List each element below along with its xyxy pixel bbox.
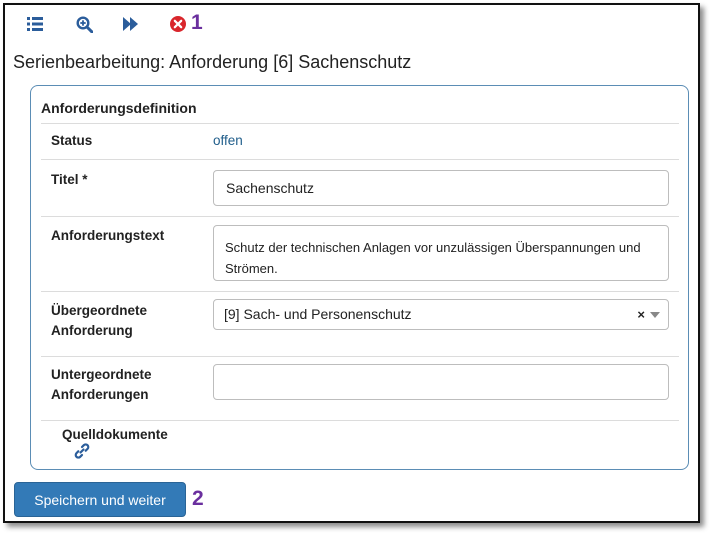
row-divider — [41, 356, 679, 357]
requirement-text-label: Anforderungstext — [51, 228, 165, 243]
row-divider — [41, 159, 679, 160]
parent-requirement-label: Übergeordnete Anforderung — [51, 301, 147, 341]
title-input[interactable] — [213, 170, 669, 206]
child-requirements-label: Untergeordnete Anforderungen — [51, 365, 152, 405]
chevron-down-icon[interactable] — [650, 312, 660, 318]
status-label: Status — [51, 133, 93, 148]
child-requirements-input[interactable] — [213, 364, 669, 400]
title-label: Titel * — [51, 172, 88, 187]
close-circle-icon[interactable] — [167, 13, 189, 35]
toolbar: 1 — [5, 5, 698, 41]
requirement-definition-panel: Anforderungsdefinition Status offen Tite… — [30, 85, 689, 470]
list-icon[interactable] — [24, 13, 46, 35]
link-icon[interactable] — [74, 443, 90, 464]
status-value: offen — [213, 133, 243, 148]
parent-requirement-value: [9] Sach- und Personenschutz — [224, 306, 412, 322]
row-divider — [41, 123, 679, 124]
window-frame: 1 Serienbearbeitung: Anforderung [6] Sac… — [3, 3, 700, 523]
step-marker-2: 2 — [192, 487, 204, 510]
fast-forward-icon[interactable] — [120, 13, 142, 35]
child-label-line1: Untergeordnete — [51, 367, 152, 382]
requirement-text-value: Schutz der technischen Anlagen vor unzul… — [225, 240, 641, 276]
zoom-in-icon[interactable] — [73, 13, 95, 35]
row-divider — [41, 216, 679, 217]
source-documents-label: Quelldokumente — [62, 427, 168, 442]
panel-heading: Anforderungsdefinition — [41, 100, 197, 116]
parent-label-line2: Anforderung — [51, 323, 133, 338]
clear-selection-icon[interactable]: × — [637, 300, 645, 329]
row-divider — [41, 291, 679, 292]
row-divider — [41, 420, 679, 421]
child-label-line2: Anforderungen — [51, 387, 149, 402]
requirement-text-area[interactable]: Schutz der technischen Anlagen vor unzul… — [213, 225, 669, 281]
parent-label-line1: Übergeordnete — [51, 303, 148, 318]
page-title: Serienbearbeitung: Anforderung [6] Sache… — [13, 52, 412, 72]
step-marker-1: 1 — [191, 11, 203, 34]
save-and-continue-button[interactable]: Speichern und weiter — [14, 482, 186, 517]
parent-requirement-select[interactable]: [9] Sach- und Personenschutz × — [213, 299, 669, 330]
